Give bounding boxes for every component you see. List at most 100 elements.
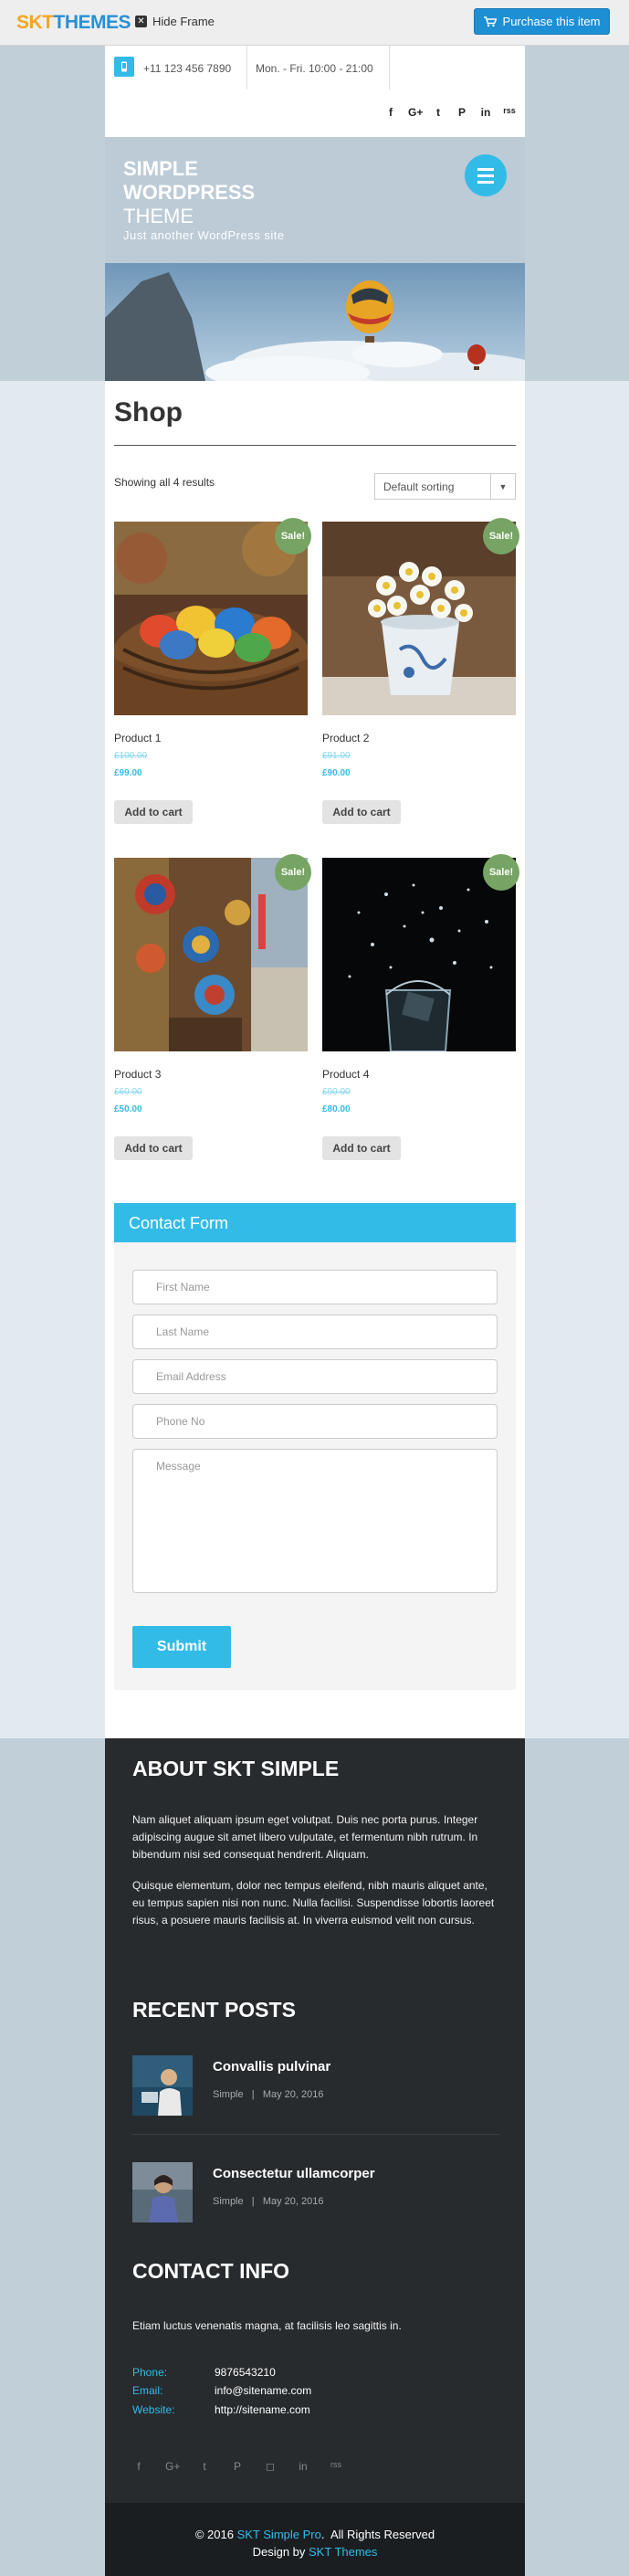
purchase-button[interactable]: Purchase this item xyxy=(474,8,610,35)
add-to-cart-button[interactable]: Add to cart xyxy=(322,800,401,824)
site-title-line2: WORDPRESS xyxy=(123,181,256,204)
post-meta: Simple | May 20, 2016 xyxy=(213,2089,324,2100)
rss-icon[interactable]: rss xyxy=(330,2460,342,2473)
recent-post-item: Consectetur ullamcorper Simple | May 20,… xyxy=(132,2162,499,2226)
menu-toggle-button[interactable] xyxy=(465,154,507,196)
phone-field[interactable]: Phone No xyxy=(132,1404,498,1439)
copyright-line: © 2016 SKT Simple Pro. All Rights Reserv… xyxy=(105,2528,525,2541)
post-title[interactable]: Convallis pulvinar xyxy=(213,2059,330,2075)
recent-posts-heading: RECENT POSTS xyxy=(132,1998,296,2022)
product-name[interactable]: Product 3 xyxy=(114,1068,161,1081)
sale-badge: Sale! xyxy=(483,518,519,554)
sale-badge: Sale! xyxy=(275,854,311,891)
product-image[interactable] xyxy=(114,858,308,1051)
add-to-cart-button[interactable]: Add to cart xyxy=(114,800,193,824)
header-phone: +11 123 456 7890 xyxy=(143,62,232,75)
email-value[interactable]: info@sitename.com xyxy=(215,2384,311,2397)
product-card: Sale! Product 3 £60.00 £50.00 Add to car… xyxy=(114,854,311,1160)
facebook-icon[interactable]: f xyxy=(132,2460,145,2473)
product-card: Sale! Product 1 £100.00 £99.00 Add to ca… xyxy=(114,518,311,824)
purchase-label: Purchase this item xyxy=(502,15,601,28)
site-tagline: Just another WordPress site xyxy=(123,228,285,242)
hamburger-icon xyxy=(477,167,494,171)
about-paragraph-2: Quisque elementum, dolor nec tempus elei… xyxy=(132,1879,495,1927)
sale-badge: Sale! xyxy=(483,854,519,891)
design-by-line: Design by SKT Themes xyxy=(105,2545,525,2559)
skt-logo[interactable]: SKTTHEMES xyxy=(16,12,131,34)
contact-info-text: Etiam luctus venenatis magna, at facilis… xyxy=(132,2319,402,2332)
product-image[interactable] xyxy=(322,858,516,1051)
site-title[interactable]: SIMPLE WORDPRESS THEME xyxy=(123,157,306,228)
post-meta: Simple | May 20, 2016 xyxy=(213,2196,324,2207)
about-paragraph-1: Nam aliquet aliquam ipsum eget volutpat.… xyxy=(132,1813,478,1861)
product-price: £80.00 xyxy=(322,1104,351,1114)
product-old-price: £100.00 xyxy=(114,751,148,761)
product-name[interactable]: Product 2 xyxy=(322,732,369,744)
contact-info-heading: CONTACT INFO xyxy=(132,2259,290,2283)
about-heading: ABOUT SKT SIMPLE xyxy=(132,1757,340,1780)
post-title[interactable]: Consectetur ullamcorper xyxy=(213,2166,375,2181)
product-old-price: £91.00 xyxy=(322,751,351,761)
page-title: Shop xyxy=(114,397,183,428)
email-field[interactable]: Email Address xyxy=(132,1359,498,1394)
product-price: £50.00 xyxy=(114,1104,142,1114)
recent-post-item: Convallis pulvinar Simple | May 20, 2016 xyxy=(132,2055,499,2119)
product-image[interactable] xyxy=(322,522,516,715)
google-plus-icon[interactable]: G+ xyxy=(165,2460,180,2473)
chevron-down-icon: ▼ xyxy=(490,474,515,499)
divider xyxy=(246,46,247,90)
footer-social-links: f G+ t P ◻ in rss xyxy=(132,2460,342,2473)
close-icon: ✕ xyxy=(135,16,147,27)
cart-icon xyxy=(483,16,497,26)
product-image[interactable] xyxy=(114,522,308,715)
google-plus-icon[interactable]: G+ xyxy=(408,106,423,119)
hide-frame-label: Hide Frame xyxy=(152,15,215,28)
twitter-icon[interactable]: t xyxy=(432,106,445,119)
product-card: Sale! Product 4 £90.00 £80.00 Add to car… xyxy=(322,854,519,1160)
logo-themes: THEMES xyxy=(53,12,131,33)
product-price: £99.00 xyxy=(114,768,142,778)
sale-badge: Sale! xyxy=(275,518,311,554)
logo-skt: SKT xyxy=(16,12,54,33)
phone-value: 9876543210 xyxy=(215,2366,276,2379)
footer: ABOUT SKT SIMPLE Nam aliquet aliquam ips… xyxy=(105,1738,525,2503)
phone-icon xyxy=(114,57,134,77)
product-name[interactable]: Product 4 xyxy=(322,1068,369,1081)
product-name[interactable]: Product 1 xyxy=(114,732,161,744)
pinterest-icon[interactable]: P xyxy=(456,106,468,119)
pinterest-icon[interactable]: P xyxy=(231,2460,244,2473)
website-label: Website: xyxy=(132,2403,175,2416)
hero-balloon-image xyxy=(105,263,525,381)
shop-content: Shop Showing all 4 results Default sorti… xyxy=(105,381,525,1738)
twitter-icon[interactable]: t xyxy=(198,2460,211,2473)
instagram-icon[interactable]: ◻ xyxy=(264,2460,277,2473)
preview-bar: SKTTHEMES ✕ Hide Frame Purchase this ite… xyxy=(0,0,629,46)
hide-frame-button[interactable]: ✕ Hide Frame xyxy=(135,15,215,28)
website-value[interactable]: http://sitename.com xyxy=(215,2403,310,2416)
last-name-field[interactable]: Last Name xyxy=(132,1314,498,1349)
submit-button[interactable]: Submit xyxy=(132,1626,231,1668)
divider xyxy=(389,46,390,90)
product-old-price: £60.00 xyxy=(114,1087,142,1097)
sort-selected-value: Default sorting xyxy=(383,480,455,493)
hero-header: SIMPLE WORDPRESS THEME Just another Word… xyxy=(105,137,525,381)
sort-select[interactable]: Default sorting ▼ xyxy=(374,473,516,500)
email-label: Email: xyxy=(132,2384,163,2397)
title-divider xyxy=(114,445,516,446)
message-field[interactable]: Message xyxy=(132,1449,498,1593)
rss-icon[interactable]: rss xyxy=(503,106,516,119)
post-thumbnail[interactable] xyxy=(132,2162,193,2222)
linkedin-icon[interactable]: in xyxy=(479,106,492,119)
copyright-prefix: © 2016 xyxy=(194,2528,237,2541)
copyright-suffix: . All Rights Reserved xyxy=(320,2528,435,2541)
product-price: £90.00 xyxy=(322,768,351,778)
design-by-label: Design by xyxy=(252,2545,309,2559)
add-to-cart-button[interactable]: Add to cart xyxy=(322,1136,401,1160)
linkedin-icon[interactable]: in xyxy=(297,2460,309,2473)
facebook-icon[interactable]: f xyxy=(384,106,397,119)
add-to-cart-button[interactable]: Add to cart xyxy=(114,1136,193,1160)
designer-link[interactable]: SKT Themes xyxy=(309,2545,377,2559)
first-name-field[interactable]: First Name xyxy=(132,1270,498,1304)
brand-link[interactable]: SKT Simple Pro xyxy=(237,2528,321,2541)
post-thumbnail[interactable] xyxy=(132,2055,193,2116)
